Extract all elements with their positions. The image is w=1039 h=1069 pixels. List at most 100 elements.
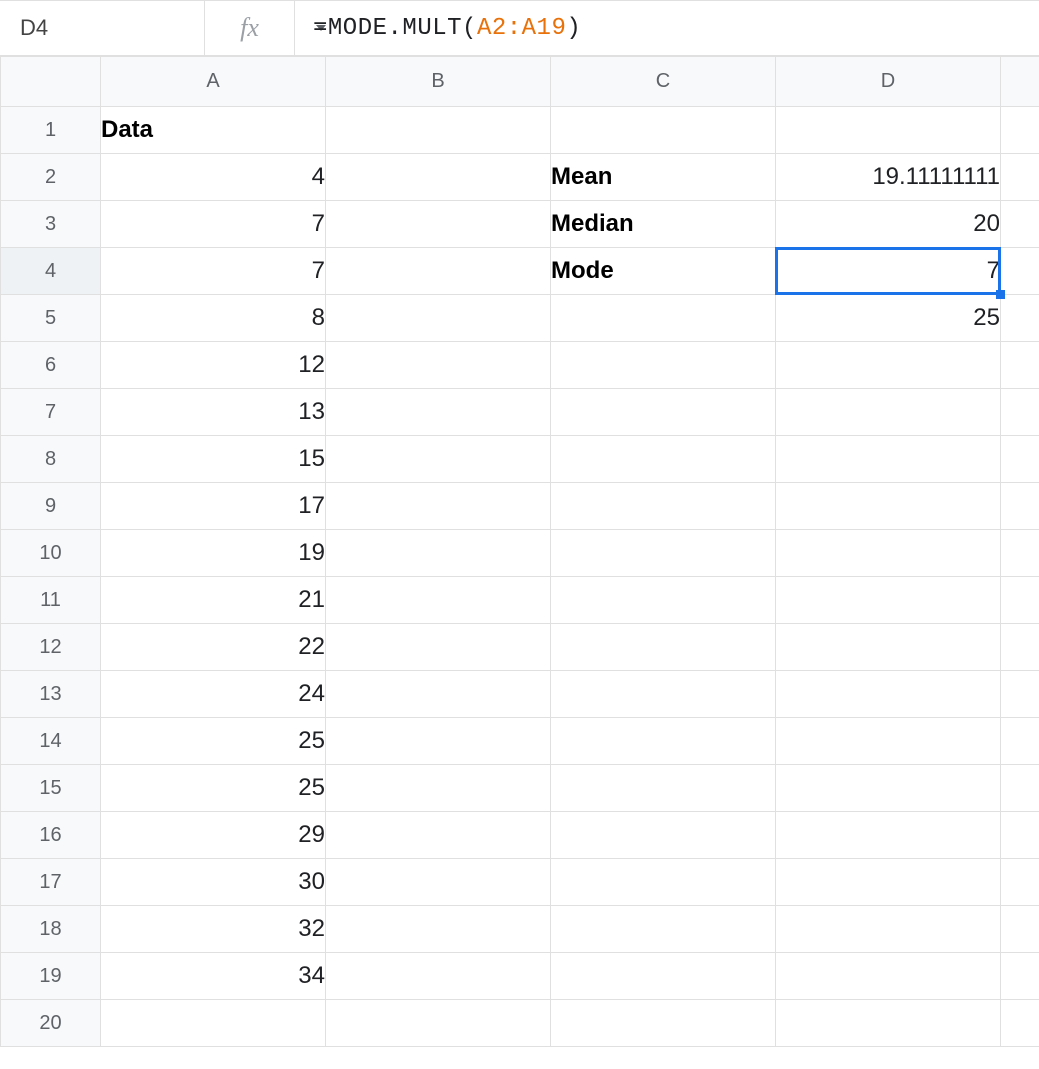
cell-C5[interactable] bbox=[551, 295, 776, 342]
cell-A12[interactable]: 22 bbox=[101, 624, 326, 671]
cell-C17[interactable] bbox=[551, 859, 776, 906]
cell-D5[interactable]: 25 bbox=[776, 295, 1001, 342]
cell-D2[interactable]: 19.11111111 bbox=[776, 154, 1001, 201]
cell-B13[interactable] bbox=[326, 671, 551, 718]
cell-C18[interactable] bbox=[551, 906, 776, 953]
cell-A13[interactable]: 24 bbox=[101, 671, 326, 718]
cell-A4[interactable]: 7 bbox=[101, 248, 326, 295]
cell-D14[interactable] bbox=[776, 718, 1001, 765]
row-header[interactable]: 3 bbox=[1, 201, 101, 248]
cell-C1[interactable] bbox=[551, 107, 776, 154]
cell-A15[interactable]: 25 bbox=[101, 765, 326, 812]
cell-B15[interactable] bbox=[326, 765, 551, 812]
cell-C15[interactable] bbox=[551, 765, 776, 812]
cell-A5[interactable]: 8 bbox=[101, 295, 326, 342]
cell-D3[interactable]: 20 bbox=[776, 201, 1001, 248]
cell-B14[interactable] bbox=[326, 718, 551, 765]
cell-B4[interactable] bbox=[326, 248, 551, 295]
spreadsheet-grid[interactable]: A B C D 1Data24Mean19.1111111137Median20… bbox=[0, 56, 1039, 1047]
cell-A10[interactable]: 19 bbox=[101, 530, 326, 577]
cell-B11[interactable] bbox=[326, 577, 551, 624]
row-header[interactable]: 10 bbox=[1, 530, 101, 577]
row-header[interactable]: 7 bbox=[1, 389, 101, 436]
cell-A7[interactable]: 13 bbox=[101, 389, 326, 436]
cell-A17[interactable]: 30 bbox=[101, 859, 326, 906]
cell-D20[interactable] bbox=[776, 1000, 1001, 1047]
cell-B5[interactable] bbox=[326, 295, 551, 342]
cell-C12[interactable] bbox=[551, 624, 776, 671]
cell-C2[interactable]: Mean bbox=[551, 154, 776, 201]
cell-A19[interactable]: 34 bbox=[101, 953, 326, 1000]
cell-C13[interactable] bbox=[551, 671, 776, 718]
row-header[interactable]: 14 bbox=[1, 718, 101, 765]
row-header[interactable]: 1 bbox=[1, 107, 101, 154]
cell-C19[interactable] bbox=[551, 953, 776, 1000]
cell-A9[interactable]: 17 bbox=[101, 483, 326, 530]
row-header[interactable]: 2 bbox=[1, 154, 101, 201]
row-header[interactable]: 4 bbox=[1, 248, 101, 295]
row-header[interactable]: 9 bbox=[1, 483, 101, 530]
cell-D8[interactable] bbox=[776, 436, 1001, 483]
cell-D17[interactable] bbox=[776, 859, 1001, 906]
cell-D12[interactable] bbox=[776, 624, 1001, 671]
select-all-corner[interactable] bbox=[1, 57, 101, 107]
cell-B10[interactable] bbox=[326, 530, 551, 577]
cell-B12[interactable] bbox=[326, 624, 551, 671]
col-header-D[interactable]: D bbox=[776, 57, 1001, 107]
cell-D1[interactable] bbox=[776, 107, 1001, 154]
cell-D13[interactable] bbox=[776, 671, 1001, 718]
cell-D16[interactable] bbox=[776, 812, 1001, 859]
cell-D15[interactable] bbox=[776, 765, 1001, 812]
cell-A1[interactable]: Data bbox=[101, 107, 326, 154]
cell-C4[interactable]: Mode bbox=[551, 248, 776, 295]
cell-C20[interactable] bbox=[551, 1000, 776, 1047]
col-header-C[interactable]: C bbox=[551, 57, 776, 107]
row-header[interactable]: 8 bbox=[1, 436, 101, 483]
cell-B1[interactable] bbox=[326, 107, 551, 154]
row-header[interactable]: 19 bbox=[1, 953, 101, 1000]
cell-A2[interactable]: 4 bbox=[101, 154, 326, 201]
cell-C11[interactable] bbox=[551, 577, 776, 624]
cell-D11[interactable] bbox=[776, 577, 1001, 624]
cell-B6[interactable] bbox=[326, 342, 551, 389]
cell-A8[interactable]: 15 bbox=[101, 436, 326, 483]
cell-B9[interactable] bbox=[326, 483, 551, 530]
cell-A18[interactable]: 32 bbox=[101, 906, 326, 953]
cell-C9[interactable] bbox=[551, 483, 776, 530]
row-header[interactable]: 5 bbox=[1, 295, 101, 342]
cell-A11[interactable]: 21 bbox=[101, 577, 326, 624]
row-header[interactable]: 20 bbox=[1, 1000, 101, 1047]
row-header[interactable]: 6 bbox=[1, 342, 101, 389]
formula-input[interactable]: =MODE.MULT(A2:A19) bbox=[295, 1, 599, 55]
row-header[interactable]: 11 bbox=[1, 577, 101, 624]
col-header-B[interactable]: B bbox=[326, 57, 551, 107]
cell-B16[interactable] bbox=[326, 812, 551, 859]
cell-C16[interactable] bbox=[551, 812, 776, 859]
cell-C6[interactable] bbox=[551, 342, 776, 389]
cell-A20[interactable] bbox=[101, 1000, 326, 1047]
cell-B18[interactable] bbox=[326, 906, 551, 953]
row-header[interactable]: 16 bbox=[1, 812, 101, 859]
name-box-wrap[interactable] bbox=[0, 1, 205, 55]
cell-C7[interactable] bbox=[551, 389, 776, 436]
row-header[interactable]: 13 bbox=[1, 671, 101, 718]
cell-D19[interactable] bbox=[776, 953, 1001, 1000]
row-header[interactable]: 15 bbox=[1, 765, 101, 812]
cell-B2[interactable] bbox=[326, 154, 551, 201]
row-header[interactable]: 17 bbox=[1, 859, 101, 906]
cell-C3[interactable]: Median bbox=[551, 201, 776, 248]
cell-B3[interactable] bbox=[326, 201, 551, 248]
cell-A6[interactable]: 12 bbox=[101, 342, 326, 389]
cell-B20[interactable] bbox=[326, 1000, 551, 1047]
cell-B8[interactable] bbox=[326, 436, 551, 483]
cell-D10[interactable] bbox=[776, 530, 1001, 577]
row-header[interactable]: 18 bbox=[1, 906, 101, 953]
cell-A14[interactable]: 25 bbox=[101, 718, 326, 765]
fill-handle[interactable] bbox=[996, 290, 1005, 299]
col-header-A[interactable]: A bbox=[101, 57, 326, 107]
cell-C10[interactable] bbox=[551, 530, 776, 577]
cell-A3[interactable]: 7 bbox=[101, 201, 326, 248]
cell-B7[interactable] bbox=[326, 389, 551, 436]
cell-C14[interactable] bbox=[551, 718, 776, 765]
cell-A16[interactable]: 29 bbox=[101, 812, 326, 859]
